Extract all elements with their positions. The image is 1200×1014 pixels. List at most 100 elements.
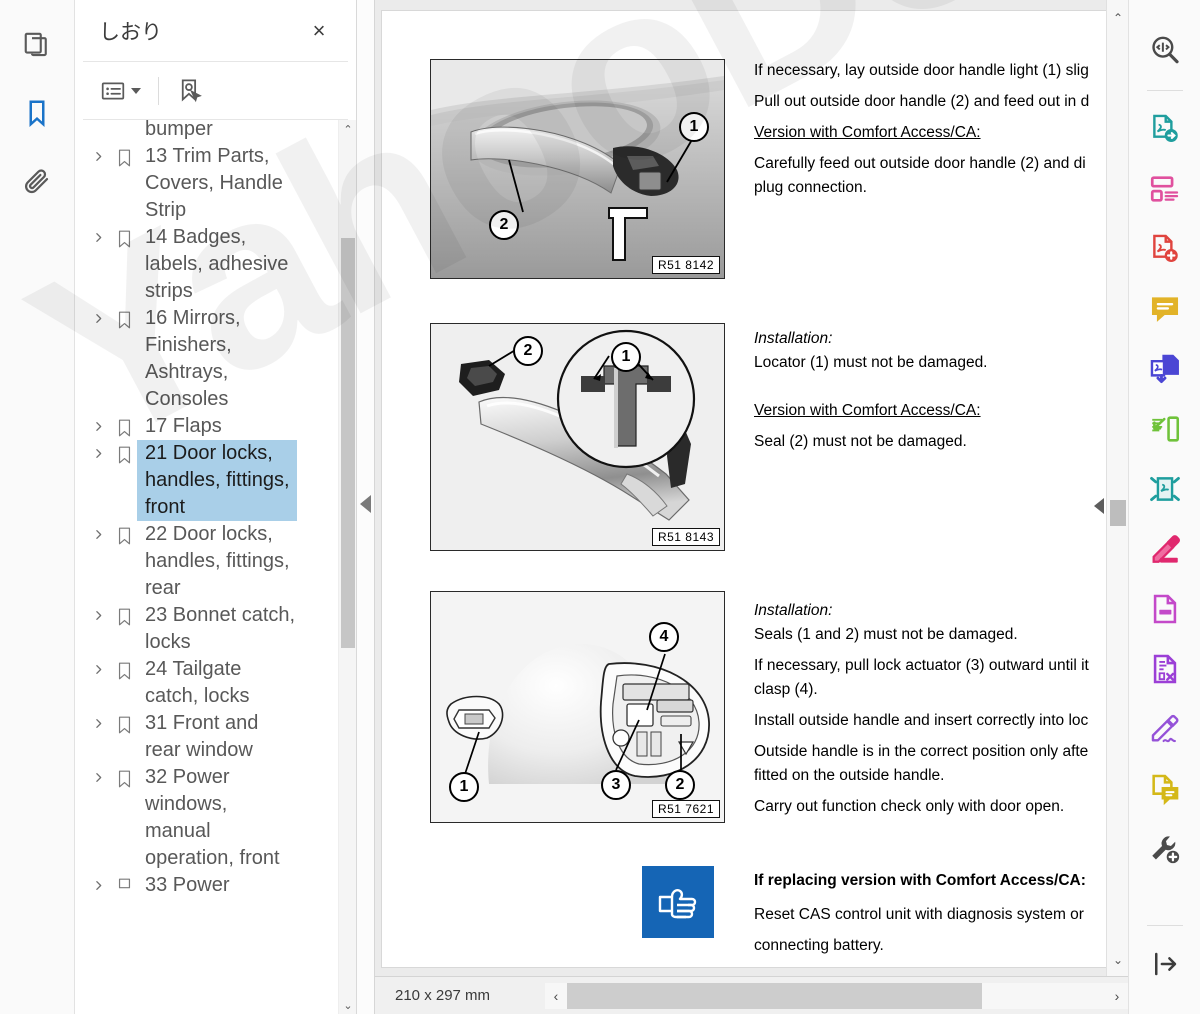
chevron-right-icon[interactable] — [85, 656, 111, 676]
chevron-right-icon[interactable] — [85, 440, 111, 460]
scroll-left-icon[interactable]: ‹ — [545, 983, 567, 1009]
chevron-right-icon[interactable] — [85, 602, 111, 622]
more-tools-icon[interactable] — [1139, 823, 1191, 875]
bookmark-item[interactable]: 17 Flaps — [75, 413, 338, 440]
figure-1: 1 2 R51 8142 — [430, 59, 725, 279]
bookmark-icon — [111, 143, 137, 168]
note-heading: If replacing version with Comfort Access… — [754, 872, 1086, 889]
close-icon[interactable]: × — [304, 16, 334, 46]
bookmark-item[interactable]: bumper — [75, 120, 338, 143]
bookmark-label: 31 Front and rear window — [145, 712, 259, 761]
new-bookmark-button[interactable] — [173, 74, 206, 108]
text-line: Install outside handle and insert correc… — [754, 712, 1089, 729]
bookmark-item[interactable]: 16 Mirrors, Finishers, Ashtrays, Console… — [75, 305, 338, 413]
search-compare-icon[interactable] — [1139, 24, 1191, 76]
bookmark-item[interactable]: 22 Door locks, handles, fittings, rear — [75, 521, 338, 602]
chevron-right-icon[interactable] — [85, 521, 111, 541]
export-pdf-icon[interactable] — [1139, 103, 1191, 155]
scroll-right-icon[interactable]: › — [1106, 983, 1128, 1009]
redact-icon[interactable] — [1139, 583, 1191, 635]
note-body-line: connecting battery. — [754, 937, 884, 954]
text-line: fitted on the outside handle. — [754, 767, 945, 784]
bookmark-item[interactable]: 21 Door locks, handles, fittings, front — [75, 440, 338, 521]
remove-content-icon[interactable] — [1139, 643, 1191, 695]
organize-pages-icon[interactable] — [1139, 163, 1191, 215]
page-thumbnails-icon[interactable] — [14, 22, 60, 68]
bookmark-item[interactable]: 31 Front and rear window — [75, 710, 338, 764]
scroll-down-icon[interactable]: ⌄ — [339, 996, 356, 1014]
figure-2-callout-2: 2 — [513, 336, 543, 366]
bookmark-options-button[interactable] — [97, 74, 144, 108]
document-scrollbar-thumb[interactable] — [1110, 500, 1126, 526]
page-area: 1 2 R51 8142 1 2 R51 8143 1 2 3 4 R51 76… — [375, 0, 1128, 976]
bookmark-item[interactable]: 32 Power windows, manual operation, fron… — [75, 764, 338, 872]
text-line: Version with Comfort Access/CA: — [754, 124, 981, 141]
text-line: Seals (1 and 2) must not be damaged. — [754, 626, 1018, 643]
text-line: Version with Comfort Access/CA: — [754, 402, 981, 419]
text-line: If necessary, pull lock actuator (3) out… — [754, 657, 1089, 674]
bookmarks-panel-header: しおり × — [83, 0, 348, 62]
bookmark-label: bumper — [145, 120, 213, 140]
bookmark-icon — [111, 710, 137, 735]
note-text-block: If replacing version with Comfort Access… — [754, 869, 1094, 958]
bookmarks-icon[interactable] — [14, 90, 60, 136]
bookmark-label: 22 Door locks, handles, fittings, rear — [145, 523, 290, 599]
panel-divider[interactable] — [357, 0, 375, 1014]
horizontal-scrollbar[interactable]: ‹ › — [545, 982, 1128, 1009]
bookmark-label: 14 Badges, labels, adhesive strips — [145, 226, 289, 302]
pdf-reader-window: しおり × bumper 13 Trim Parts, Covers, Hand… — [0, 0, 1200, 1014]
horizontal-scroll-thumb[interactable] — [567, 982, 982, 1009]
left-navigation-rail — [0, 0, 75, 1014]
horizontal-scroll-track[interactable] — [567, 982, 1106, 1009]
create-pdf-icon[interactable] — [1139, 223, 1191, 275]
import-pdf-icon[interactable] — [1139, 343, 1191, 395]
bookmark-item[interactable]: 24 Tailgate catch, locks — [75, 656, 338, 710]
status-bar: 210 x 297 mm ‹ › — [375, 976, 1128, 1014]
toolbar-divider — [1147, 925, 1183, 926]
chevron-right-icon[interactable] — [85, 120, 111, 123]
scroll-up-icon[interactable]: ⌃ — [1107, 6, 1128, 30]
figure-3-callout-3: 3 — [601, 770, 631, 800]
bookmark-item[interactable]: 14 Badges, labels, adhesive strips — [75, 224, 338, 305]
chevron-right-icon[interactable] — [85, 710, 111, 730]
figure-1-code: R51 8142 — [651, 256, 720, 274]
scroll-down-icon[interactable]: ⌄ — [1107, 948, 1128, 972]
chevron-right-icon[interactable] — [85, 224, 111, 244]
text-line: Seal (2) must not be damaged. — [754, 433, 967, 450]
chevron-right-icon[interactable] — [85, 413, 111, 433]
bookmark-icon — [111, 521, 137, 546]
bookmark-item[interactable]: 33 Power — [75, 872, 338, 899]
collapse-sidebar-icon[interactable] — [360, 495, 371, 513]
highlight-icon[interactable] — [1139, 523, 1191, 575]
chevron-right-icon[interactable] — [85, 764, 111, 784]
bookmarks-panel-title: しおり — [99, 20, 162, 44]
collapse-tools-icon[interactable] — [1094, 498, 1104, 514]
bookmark-icon — [111, 764, 137, 789]
bookmark-icon — [111, 656, 137, 681]
bookmark-label: 33 Power — [145, 874, 230, 896]
figure-3-callout-4: 4 — [649, 622, 679, 652]
chevron-right-icon[interactable] — [85, 143, 111, 163]
bookmark-label: 23 Bonnet catch, locks — [145, 604, 296, 653]
fill-and-sign-icon[interactable] — [1139, 703, 1191, 755]
chevron-right-icon[interactable] — [85, 305, 111, 325]
collapse-panel-icon[interactable] — [1139, 938, 1191, 990]
doc-comment-icon[interactable] — [1139, 763, 1191, 815]
chevron-right-icon[interactable] — [85, 872, 111, 892]
text-line: Outside handle is in the correct positio… — [754, 743, 1089, 760]
bookmark-icon — [111, 602, 137, 627]
bookmarks-scrollbar[interactable]: ⌃ ⌄ — [338, 120, 356, 1014]
bookmarks-scrollbar-thumb[interactable] — [341, 238, 355, 648]
bookmark-item[interactable]: 13 Trim Parts, Covers, Handle Strip — [75, 143, 338, 224]
document-vertical-scrollbar[interactable]: ⌃ ⌄ — [1106, 0, 1128, 976]
bookmark-icon — [111, 305, 137, 330]
bookmark-item[interactable]: 23 Bonnet catch, locks — [75, 602, 338, 656]
page-size-label: 210 x 297 mm — [395, 987, 491, 1004]
attachments-icon[interactable] — [14, 158, 60, 204]
text-line: Carry out function check only with door … — [754, 798, 1065, 815]
figure-1-callout-1: 1 — [679, 112, 709, 142]
compress-pdf-icon[interactable] — [1139, 463, 1191, 515]
comment-icon[interactable] — [1139, 283, 1191, 335]
page-extract-icon[interactable] — [1139, 403, 1191, 455]
scroll-up-icon[interactable]: ⌃ — [339, 120, 356, 138]
